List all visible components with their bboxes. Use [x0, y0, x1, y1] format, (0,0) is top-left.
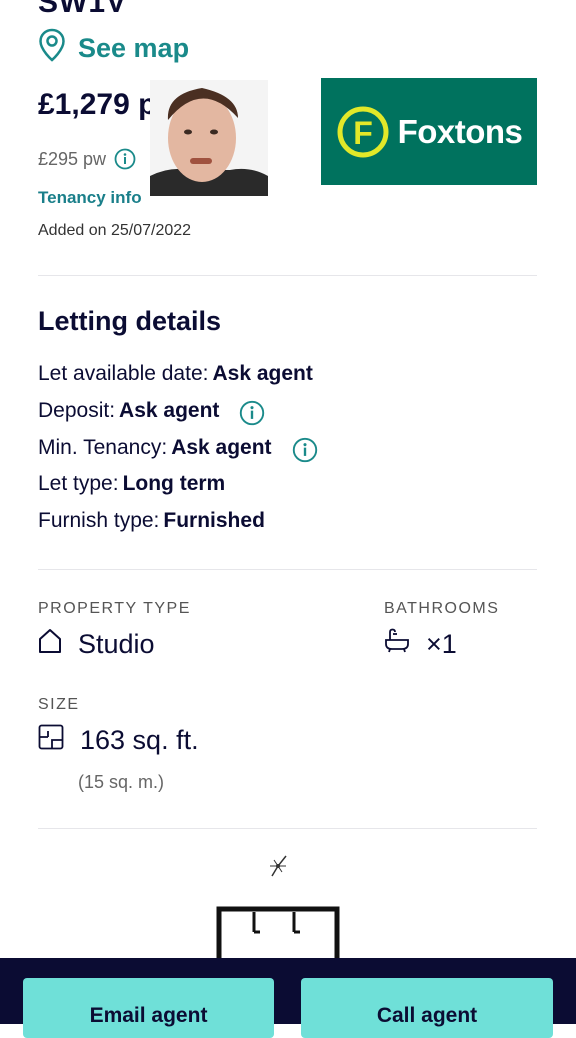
detail-row-deposit: Deposit: Ask agent: [38, 399, 265, 426]
info-icon[interactable]: [114, 148, 136, 170]
min-tenancy-info-icon[interactable]: [292, 437, 317, 463]
floorplan-compass-icon: [264, 852, 292, 885]
deposit-info-icon[interactable]: [239, 400, 265, 426]
logo-text: Foxtons: [397, 112, 523, 150]
detail-value: Furnished: [163, 509, 265, 532]
bathrooms-label: BATHROOMS: [384, 600, 500, 617]
detail-row-min-tenancy: Min. Tenancy: Ask agent: [38, 436, 317, 463]
detail-row-let-type: Let type: Long term: [38, 472, 225, 496]
map-pin-icon: [38, 28, 66, 69]
bath-icon: [384, 628, 410, 661]
agent-logo[interactable]: F Foxtons: [321, 78, 537, 185]
detail-value: Ask agent: [171, 436, 272, 459]
property-type-label: PROPERTY TYPE: [38, 600, 191, 617]
house-icon: [38, 628, 62, 661]
foxtons-logo-mark-icon: F: [337, 106, 389, 157]
detail-label: Let type:: [38, 472, 119, 495]
size-label: SIZE: [38, 696, 80, 713]
bathrooms: ×1: [384, 628, 457, 661]
detail-label: Let available date:: [38, 362, 209, 385]
divider: [38, 828, 537, 829]
divider: [38, 569, 537, 570]
detail-value: Ask agent: [212, 362, 313, 385]
email-agent-button[interactable]: Email agent: [23, 978, 274, 1038]
size-value: 163 sq. ft.: [80, 725, 199, 755]
detail-value: Ask agent: [119, 399, 220, 422]
property-type-value: Studio: [78, 629, 155, 659]
postcode: SW1V: [38, 0, 128, 19]
detail-label: Min. Tenancy:: [38, 436, 168, 459]
property-type: Studio: [38, 628, 155, 661]
logo-letter: F: [353, 115, 373, 151]
added-date: Added on 25/07/2022: [38, 222, 192, 239]
size-metric: (15 sq. m.): [78, 772, 165, 792]
bathrooms-value: ×1: [426, 629, 457, 659]
tenancy-info-link[interactable]: Tenancy info: [38, 188, 142, 208]
price-pw: £295 pw: [38, 148, 136, 170]
see-map-link[interactable]: See map: [38, 28, 189, 69]
detail-label: Furnish type:: [38, 509, 160, 532]
divider: [38, 275, 537, 276]
see-map-label: See map: [78, 33, 190, 63]
size: 163 sq. ft.: [38, 724, 199, 757]
detail-row-available: Let available date: Ask agent: [38, 362, 313, 386]
detail-value: Long term: [122, 472, 226, 495]
floorplan-icon: [38, 724, 64, 757]
price-pw-value: £295 pw: [38, 148, 107, 169]
call-agent-button[interactable]: Call agent: [301, 978, 553, 1038]
letting-details-title: Letting details: [38, 306, 222, 336]
detail-row-furnish-type: Furnish type: Furnished: [38, 509, 265, 533]
video-overlay: [150, 80, 268, 196]
detail-label: Deposit:: [38, 399, 116, 422]
